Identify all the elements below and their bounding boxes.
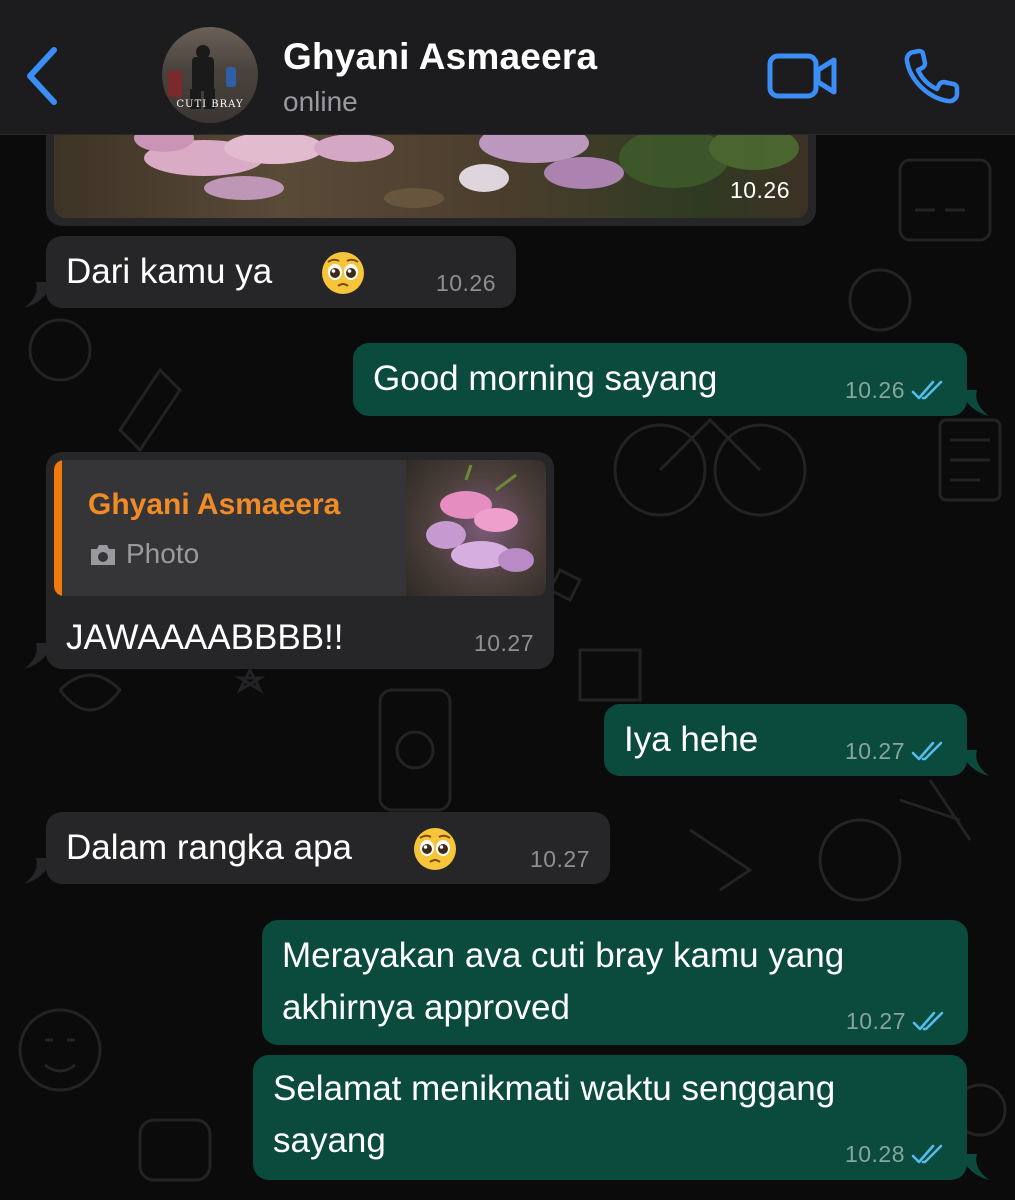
message-time: 10.26	[844, 377, 905, 403]
quote-photo-label: Photo	[88, 538, 199, 570]
outgoing-message[interactable]: Selamat menikmati waktu senggang sayang …	[253, 1055, 989, 1180]
avatar-caption: CUTI BRAY	[176, 99, 244, 110]
pleading-face-emoji	[414, 828, 456, 870]
chevron-left-icon	[27, 47, 57, 105]
message-text: Good morning sayang	[373, 359, 718, 398]
outgoing-message[interactable]: Good morning sayang 10.26	[353, 343, 989, 416]
phone-icon	[904, 48, 960, 104]
message-text: Dari kamu ya	[66, 252, 273, 291]
bubble-tail	[24, 643, 52, 669]
message-text-line-2: akhirnya approved	[282, 988, 570, 1027]
message-text: Iya hehe	[624, 720, 759, 759]
bubble-tail	[961, 390, 989, 416]
quote-photo-text: Photo	[126, 538, 200, 569]
message-time: 10.27	[844, 738, 905, 764]
message-text: Dalam rangka apa	[66, 828, 352, 867]
message-text-line-1: Selamat menikmati waktu senggang	[273, 1069, 836, 1108]
incoming-reply-message[interactable]: Ghyani Asmaeera Photo JAWAAAABBBB!! 10.2…	[24, 452, 554, 669]
voice-call-button[interactable]	[902, 46, 966, 106]
chat-screen: CUTI BRAY Ghyani Asmaeera online 10.26 D…	[0, 0, 1015, 1200]
outgoing-message[interactable]: Merayakan ava cuti bray kamu yang akhirn…	[262, 920, 968, 1045]
contact-status: online	[283, 86, 358, 117]
message-text: JAWAAAABBBB!!	[66, 618, 344, 657]
pleading-face-emoji	[322, 252, 364, 294]
message-time: 10.26	[435, 270, 496, 296]
double-check-read-icon	[911, 741, 943, 761]
camera-icon	[91, 545, 115, 565]
message-time: 10.27	[845, 1008, 906, 1034]
message-text-line-2: sayang	[273, 1121, 386, 1160]
incoming-message[interactable]: Dari kamu ya 10.26	[24, 236, 516, 308]
video-camera-icon	[767, 53, 837, 99]
quoted-message[interactable]: Ghyani Asmaeera Photo	[54, 460, 546, 596]
message-time: 10.27	[529, 846, 590, 872]
contact-name[interactable]: Ghyani Asmaeera	[283, 36, 597, 78]
bubble-tail	[24, 858, 52, 884]
bubble-tail	[961, 750, 989, 776]
message-time: 10.27	[473, 630, 534, 656]
message-text-line-1: Merayakan ava cuti bray kamu yang	[282, 936, 845, 975]
outgoing-message[interactable]: Iya hehe 10.27	[604, 704, 989, 776]
quote-sender-name: Ghyani Asmaeera	[88, 488, 341, 521]
chat-header: CUTI BRAY Ghyani Asmaeera online	[0, 0, 1015, 135]
quote-accent-bar	[54, 460, 62, 596]
back-button[interactable]	[18, 42, 70, 110]
contact-avatar[interactable]: CUTI BRAY	[162, 27, 258, 123]
message-time: 10.26	[729, 177, 790, 203]
message-time: 10.28	[844, 1141, 905, 1167]
double-check-read-icon	[912, 1011, 944, 1031]
double-check-read-icon	[911, 1144, 943, 1164]
quote-thumbnail	[406, 460, 546, 596]
video-call-button[interactable]	[766, 50, 840, 102]
bubble-tail	[961, 1154, 989, 1180]
incoming-message[interactable]: Dalam rangka apa 10.27	[24, 812, 610, 884]
double-check-read-icon	[911, 380, 943, 400]
bubble-tail	[24, 282, 52, 308]
